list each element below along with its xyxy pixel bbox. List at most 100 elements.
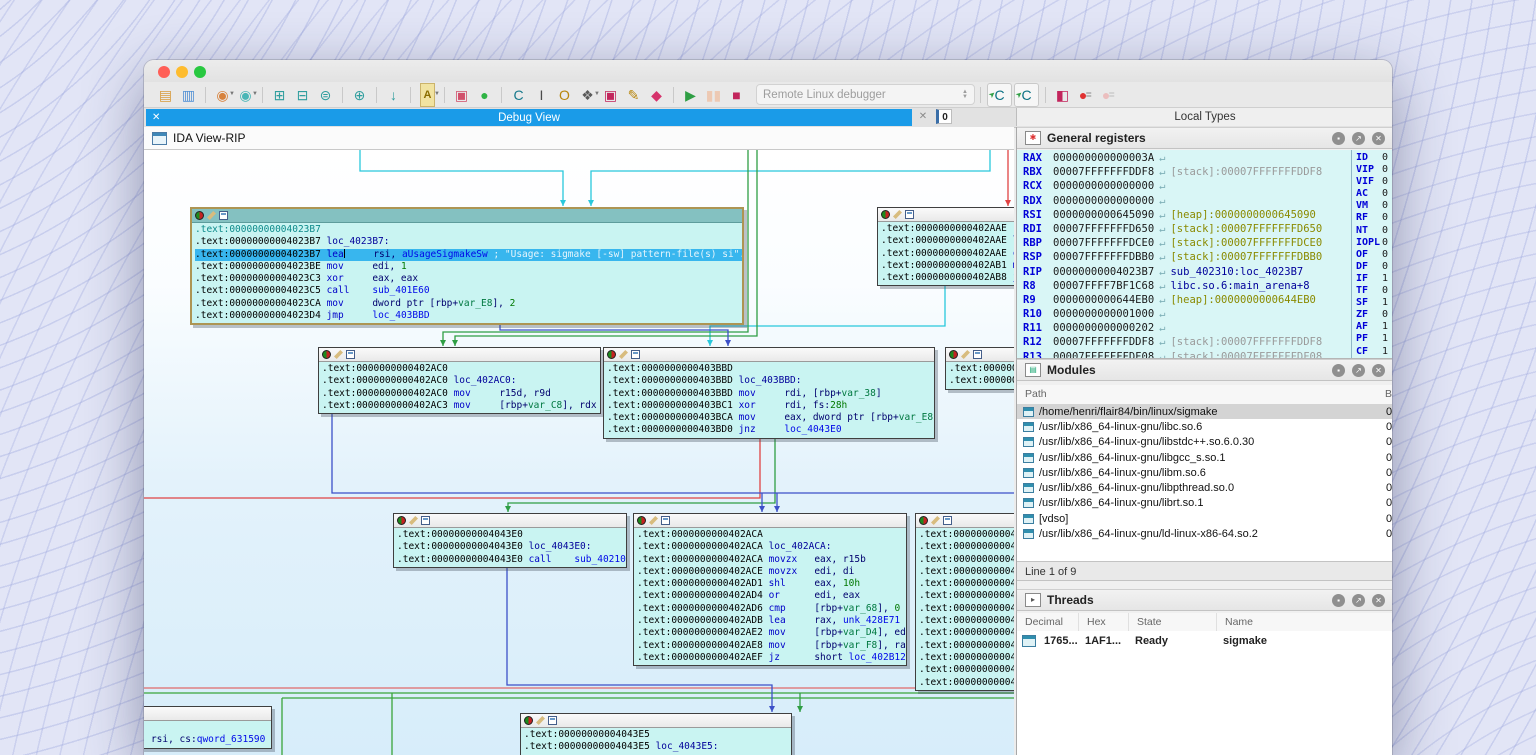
block-loc_4023B7[interactable]: .text:00000000004023B7.text:000000000040… (190, 207, 744, 325)
disasm-line[interactable]: .text:0000000000402AE2 mov [rbp+var_D4],… (637, 627, 906, 639)
disasm-line[interactable]: .text:00000000004023D4 jmp loc_403BBD (195, 310, 742, 322)
register-row-r11[interactable]: R110000000000000202↵ (1017, 321, 1351, 335)
registers-content[interactable]: RAX000000000000003A↵RBX00007FFFFFFFDDF8↵… (1017, 150, 1392, 359)
windows-icon[interactable]: ❖▼ (576, 84, 599, 106)
disasm-line[interactable]: .text:00000000004023CA mov dword ptr [rb… (195, 298, 742, 310)
disasm-line[interactable]: .text:0000000000402AB8 j (881, 272, 1014, 284)
disasm-line[interactable]: .text:0000000000403BBD (607, 363, 934, 375)
register-row-r12[interactable]: R1200007FFFFFFFDDF8↵[stack]:00007FFFFFFF… (1017, 335, 1351, 349)
diamond-icon[interactable]: ◆ (645, 84, 668, 106)
breakpoint-icon[interactable] (881, 210, 890, 219)
flag-row-df[interactable]: DF0 (1352, 261, 1392, 273)
registers-float-button[interactable]: ↗ (1352, 132, 1365, 145)
chart-icon[interactable] (421, 516, 430, 525)
graph-overview-toggle[interactable]: 0 (936, 109, 952, 124)
register-row-rsp[interactable]: RSP00007FFFFFFFDBB0↵[stack]:00007FFFFFFF… (1017, 250, 1351, 264)
pause-process-icon[interactable]: ▮▮ (702, 84, 725, 106)
step-over-icon[interactable]: C➤ (1014, 83, 1039, 107)
chart-icon[interactable] (548, 716, 557, 725)
thread-row[interactable]: 1765... 1AF1... Ready sigmake (1017, 631, 1392, 650)
flag-row-ac[interactable]: AC0 (1352, 188, 1392, 200)
snapshot-icon[interactable]: ▣ (450, 84, 473, 106)
block-loc_402AC0[interactable]: .text:0000000000402AC0.text:000000000040… (318, 347, 601, 414)
block-header[interactable] (521, 714, 791, 728)
disasm-line[interactable]: rsi, cs:qword_631590 (144, 734, 271, 746)
patch-icon[interactable]: ✎ (622, 84, 645, 106)
disasm-line[interactable]: .text:0000000000403BCA mov eax, dword pt… (607, 412, 934, 424)
register-row-rbx[interactable]: RBX00007FFFFFFFDDF8↵[stack]:00007FFFFFFF… (1017, 165, 1351, 179)
modules-col-path[interactable]: Path (1025, 385, 1047, 404)
register-row-r10[interactable]: R100000000000001000↵ (1017, 307, 1351, 321)
block-header[interactable] (878, 208, 1014, 222)
block-header[interactable] (604, 348, 934, 362)
flag-row-id[interactable]: ID0 (1352, 152, 1392, 164)
breakpoint-icon[interactable] (949, 350, 958, 359)
breakpoint-icon[interactable] (524, 716, 533, 725)
register-row-rax[interactable]: RAX000000000000003A↵ (1017, 151, 1351, 165)
block-clipped-right-2[interactable]: .text:00000000004.text:00000000004.text:… (915, 513, 1014, 691)
close-traffic-light[interactable] (158, 66, 170, 78)
block-loc_4043E5[interactable]: .text:00000000004043E5.text:000000000040… (520, 713, 792, 755)
breakpoint-icon[interactable] (397, 516, 406, 525)
flag-row-pf[interactable]: PF1 (1352, 333, 1392, 345)
disasm-line[interactable]: .text:00000000004043E0 call sub_402100 (397, 554, 626, 566)
breakpoint-icon[interactable] (637, 516, 646, 525)
continue-process-icon[interactable]: ▶ (679, 84, 702, 106)
edit-icon[interactable] (649, 516, 658, 525)
disasm-line[interactable]: .text:00000000004 (919, 640, 1014, 652)
til-icon[interactable]: O (553, 84, 576, 106)
stop-process-icon[interactable]: ■ (725, 84, 748, 106)
module-row[interactable]: /home/henri/flair84/bin/linux/sigmake0 (1017, 404, 1392, 419)
enums-icon[interactable]: I (530, 84, 553, 106)
register-row-r13[interactable]: R1300007FFFFFFFDF08↵[stack]:00007FFFFFFF… (1017, 350, 1351, 359)
disasm-line[interactable]: .text:00000000004 (919, 627, 1014, 639)
graph-view[interactable]: .text:00000000004023B7.text:000000000040… (144, 150, 1014, 755)
pane-close-icon[interactable]: ✕ (916, 110, 930, 124)
disasm-line[interactable]: .text:00000000004 (919, 541, 1014, 553)
jump-down-icon[interactable]: ↓ (382, 84, 405, 106)
open-file-icon[interactable]: ▤ (154, 84, 177, 106)
disasm-line[interactable]: .text:00000000004 (919, 590, 1014, 602)
breakpoint-icon[interactable] (195, 211, 204, 220)
debugger-select[interactable]: Remote Linux debugger ▲▼ (756, 84, 975, 105)
watches-icon[interactable]: ●≣ (1097, 84, 1120, 106)
block-loc_4043E0[interactable]: .text:00000000004043E0.text:000000000040… (393, 513, 627, 568)
disasm-line[interactable]: .text:0000000000402AE8 mov [rbp+var_F8],… (637, 640, 906, 652)
flag-row-iopl[interactable]: IOPL0 (1352, 237, 1392, 249)
chart-icon[interactable] (631, 350, 640, 359)
window-titlebar[interactable] (144, 60, 1392, 82)
disasm-line[interactable]: .text:00000000004 (919, 615, 1014, 627)
flag-row-rf[interactable]: RF0 (1352, 212, 1392, 224)
modules-panel-header[interactable]: ▤ Modules ▪↗✕ (1017, 359, 1392, 381)
register-row-r8[interactable]: R800007FFFF7BF1C68↵libc.so.6:main_arena+… (1017, 279, 1351, 293)
chart-icon[interactable] (973, 350, 982, 359)
block-header[interactable] (394, 514, 626, 528)
tab-debug-view[interactable]: ✕ Debug View (146, 109, 912, 126)
edit-icon[interactable] (893, 210, 902, 219)
save-icon[interactable]: ▥ (177, 84, 200, 106)
breakpoints-icon[interactable]: ●≣ (1074, 84, 1097, 106)
block-loc_403BBD[interactable]: .text:0000000000403BBD .text:000000000040… (603, 347, 935, 439)
disasm-line[interactable]: .text:0000000000402ACA (637, 529, 906, 541)
disasm-line[interactable]: .text:00000000004023B7 loc_4023B7: (195, 236, 742, 248)
disasm-line[interactable]: .text:0000000000402AC0 (322, 363, 600, 375)
flag-row-sf[interactable]: SF1 (1352, 297, 1392, 309)
disasm-line[interactable]: .text:0000000000403BC1 xor rdi, fs:28h (607, 400, 934, 412)
disasm-line[interactable]: .text:00000000004 (919, 554, 1014, 566)
block-header[interactable] (916, 514, 1014, 528)
text-view-icon[interactable]: ⊟ (291, 84, 314, 106)
block-header[interactable] (946, 348, 1014, 362)
block-clipped-right-1[interactable]: .text:00000000.text:00000000 (945, 347, 1014, 390)
breakpoint-icon[interactable] (919, 516, 928, 525)
module-row[interactable]: /usr/lib/x86_64-linux-gnu/ld-linux-x86-6… (1017, 526, 1392, 541)
disasm-line[interactable] (144, 722, 271, 734)
register-row-rcx[interactable]: RCX0000000000000000↵ (1017, 179, 1351, 193)
disasm-line[interactable]: .text:0000000000402AD4 or edi, eax (637, 590, 906, 602)
threads-dock-button[interactable]: ▪ (1332, 594, 1345, 607)
chart-icon[interactable] (219, 211, 228, 220)
modules-close-button[interactable]: ✕ (1372, 364, 1385, 377)
chart-icon[interactable] (346, 350, 355, 359)
flag-row-vif[interactable]: VIF0 (1352, 176, 1392, 188)
edit-icon[interactable] (536, 716, 545, 725)
structs-icon[interactable]: C (507, 84, 530, 106)
